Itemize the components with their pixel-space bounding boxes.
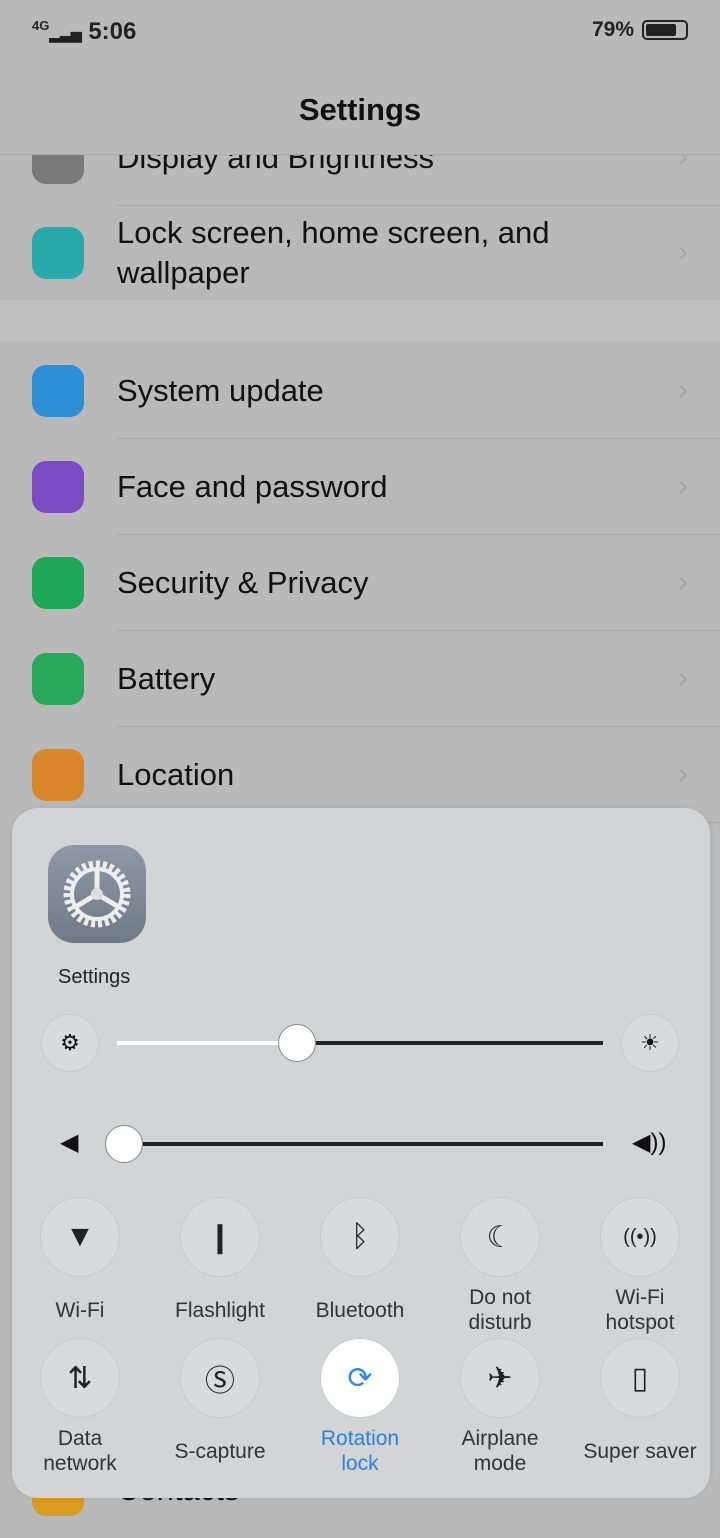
toggle-label: Airplane mode [461, 1427, 539, 1475]
bluetooth-icon: ᛒ [320, 1197, 400, 1277]
settings-item[interactable]: Security & Privacy › [0, 535, 720, 631]
network-type: 4G [32, 18, 50, 33]
settings-item-label: Face and password [117, 469, 388, 504]
settings-item[interactable]: Battery › [0, 631, 720, 727]
settings-app-label: Settings [58, 966, 131, 988]
settings-item-label: Lock screen, home screen, and wallpaper [117, 215, 550, 290]
auto-brightness-icon: ⚙ [60, 1030, 80, 1055]
toggle-rotation-lock[interactable]: ⟳ Rotation lock [290, 1338, 430, 1476]
auto-brightness-button[interactable]: ⚙ [41, 1014, 99, 1072]
battery-icon [32, 653, 84, 705]
toggle-hotspot[interactable]: ((•)) Wi-Fi hotspot [570, 1197, 710, 1335]
brightness-thumb[interactable] [277, 1024, 316, 1062]
screenshot-icon: Ⓢ [180, 1338, 260, 1418]
moon-icon: ☾ [460, 1197, 540, 1277]
toggle-label: Flashlight [175, 1298, 265, 1322]
toggle-label: Data network [43, 1427, 117, 1475]
toggle-wifi[interactable]: ▼ Wi-Fi [10, 1197, 150, 1335]
chevron-right-icon: › [678, 469, 688, 502]
display-brightness-icon [32, 155, 84, 184]
toggle-data-network[interactable]: ⇅ Data network [10, 1338, 150, 1476]
super-saver-icon: ▯ [600, 1338, 680, 1418]
sun-icon: ☀ [640, 1030, 660, 1055]
hotspot-icon: ((•)) [600, 1197, 680, 1277]
toggle-label: Wi-Fi hotspot [605, 1286, 675, 1334]
settings-item-label: Battery [117, 661, 216, 696]
chevron-right-icon: › [678, 235, 688, 268]
toggle-label: S-capture [174, 1439, 266, 1463]
chevron-right-icon: › [678, 373, 688, 406]
toggle-screenshot[interactable]: Ⓢ S-capture [150, 1338, 290, 1476]
chevron-right-icon: › [678, 661, 688, 694]
location-icon [32, 749, 84, 801]
page-title: Settings [298, 92, 422, 127]
status-left: 4G▂▃▅ 5:06 [32, 18, 136, 46]
face-icon [32, 461, 84, 513]
settings-app-shortcut[interactable] [48, 845, 146, 943]
volume-low-icon: ◀ [60, 1129, 79, 1156]
battery-percent: 79% [591, 18, 634, 41]
toggle-airplane[interactable]: ✈ Airplane mode [430, 1338, 570, 1476]
settings-item-label: Security & Privacy [117, 565, 369, 600]
toggle-super-saver[interactable]: ▯ Super saver [570, 1338, 710, 1476]
shield-icon [32, 557, 84, 609]
toggle-label: Do not disturb [468, 1286, 532, 1334]
settings-item-label: Display and Brightness [117, 140, 435, 175]
chevron-right-icon: › [678, 140, 688, 173]
toggle-bluetooth[interactable]: ᛒ Bluetooth [290, 1197, 430, 1335]
settings-item[interactable]: Face and password › [0, 439, 720, 535]
status-right: 79% [592, 18, 688, 42]
volume-high-icon: ◀)) [632, 1129, 667, 1156]
toggle-label: Bluetooth [315, 1298, 405, 1322]
palette-icon [32, 227, 84, 279]
signal-icon: ▂▃▅ [49, 26, 82, 42]
toggle-label: Wi-Fi [55, 1298, 105, 1322]
toggle-moon[interactable]: ☾ Do not disturb [430, 1197, 570, 1335]
data-network-icon: ⇅ [40, 1338, 120, 1418]
settings-item[interactable]: System update › [0, 343, 720, 439]
header-divider [0, 154, 720, 155]
flashlight-icon: ❙ [180, 1197, 260, 1277]
toggle-label: Rotation lock [320, 1427, 400, 1475]
clock: 5:06 [88, 18, 137, 45]
wifi-icon: ▼ [40, 1197, 120, 1277]
toggle-label: Super saver [583, 1439, 697, 1463]
settings-item-label: Location [117, 757, 235, 792]
battery-icon [642, 20, 688, 40]
section-gap [0, 300, 720, 342]
gear-icon [63, 860, 131, 928]
rotation-lock-icon: ⟳ [320, 1338, 400, 1418]
chevron-right-icon: › [678, 757, 688, 790]
brightness-max-button[interactable]: ☀ [621, 1014, 679, 1072]
settings-item-label: System update [117, 373, 324, 408]
toggle-flashlight[interactable]: ❙ Flashlight [150, 1197, 290, 1335]
settings-item[interactable]: Lock screen, home screen, and wallpaper … [0, 205, 720, 301]
brightness-fill [117, 1041, 297, 1045]
system-update-icon [32, 365, 84, 417]
volume-thumb[interactable] [105, 1125, 143, 1163]
volume-slider[interactable] [117, 1142, 603, 1146]
airplane-icon: ✈ [460, 1338, 540, 1418]
chevron-right-icon: › [678, 565, 688, 598]
